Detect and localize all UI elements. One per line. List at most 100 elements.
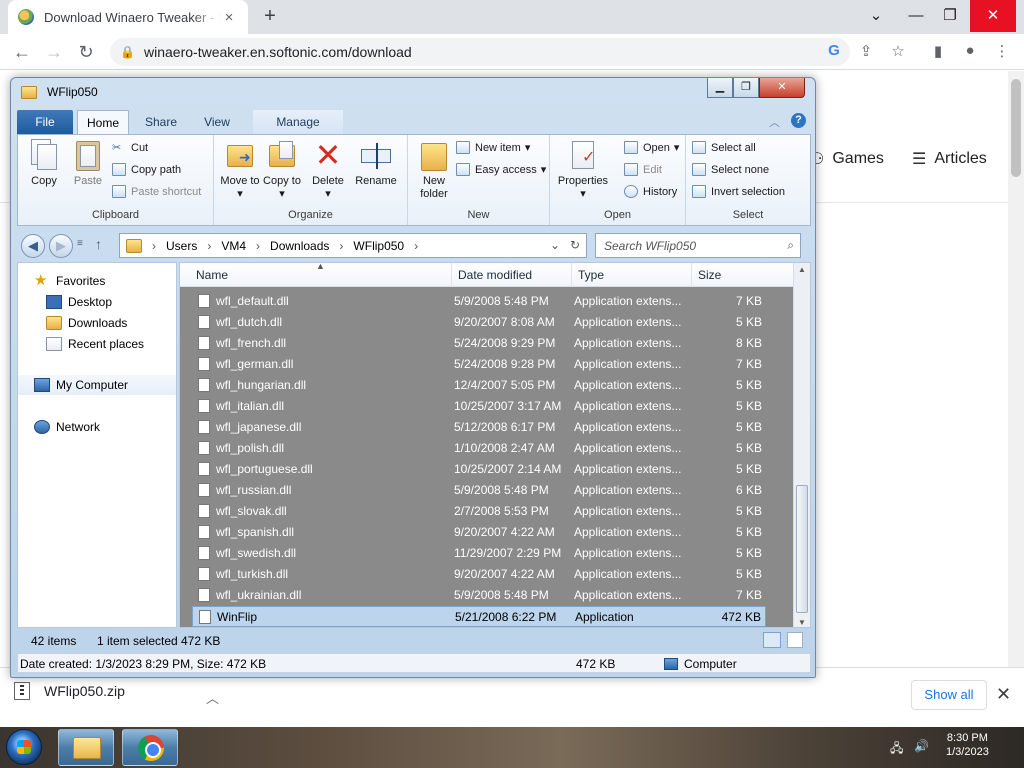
start-button[interactable] <box>6 729 42 765</box>
table-row[interactable]: wfl_italian.dll 10/25/2007 3:17 AM Applica… <box>192 396 766 417</box>
file-list-scrollbar-thumb[interactable] <box>796 485 808 613</box>
history-button[interactable]: History <box>624 185 677 198</box>
up-arrow-icon[interactable]: ↑ <box>95 236 102 252</box>
easy-access-button[interactable]: Easy access ▾ <box>456 163 546 176</box>
nav-network[interactable]: Network <box>34 417 100 437</box>
ribbon-collapse-icon[interactable]: ︿ <box>769 114 780 130</box>
download-menu-chevron-icon[interactable]: ︿ <box>206 688 219 707</box>
move-to-button[interactable]: ➜ Move to ▾ <box>218 139 262 201</box>
page-scrollbar-thumb[interactable] <box>1011 79 1021 177</box>
close-window-button[interactable]: ✕ <box>970 0 1016 32</box>
restore-button[interactable]: ❐ <box>930 0 970 32</box>
google-lens-icon[interactable]: G <box>824 42 844 59</box>
taskbar-explorer-button[interactable] <box>58 729 114 766</box>
select-none-button[interactable]: Select none <box>692 163 769 176</box>
properties-button[interactable]: ✓ Properties ▾ <box>556 139 610 201</box>
explorer-close-button[interactable]: ✕ <box>759 78 805 98</box>
table-row[interactable]: wfl_ukrainian.dll 5/9/2008 5:48 PM Applica… <box>192 585 766 606</box>
forward-arrow-icon[interactable]: → <box>42 40 66 64</box>
show-all-button[interactable]: Show all <box>911 680 987 710</box>
details-view-icon[interactable] <box>763 632 781 648</box>
table-row[interactable]: wfl_default.dll 5/9/2008 5:48 PM Applicati… <box>192 291 766 312</box>
nav-recent-places[interactable]: Recent places <box>46 334 144 354</box>
explorer-back-button[interactable]: ◀ <box>21 234 45 258</box>
crumb-vm4[interactable]: VM4 <box>221 239 246 253</box>
edit-button[interactable]: Edit <box>624 163 662 176</box>
crumb-wflip050[interactable]: WFlip050 <box>353 239 404 253</box>
column-type[interactable]: Type <box>572 263 692 287</box>
table-row[interactable]: wfl_slovak.dll 2/7/2008 5:53 PM Applicatio… <box>192 501 766 522</box>
explorer-restore-button[interactable]: ❐ <box>733 78 759 98</box>
refresh-icon[interactable]: ↻ <box>570 238 580 252</box>
tab-file[interactable]: File <box>17 110 73 134</box>
volume-tray-icon[interactable]: 🔊 <box>914 739 929 753</box>
download-item[interactable]: WFlip050.zip <box>14 682 125 700</box>
copy-button[interactable]: Copy <box>22 139 66 188</box>
profile-avatar-icon[interactable]: ● <box>960 42 980 59</box>
table-row[interactable]: wfl_portuguese.dll 10/25/2007 2:14 AM Appl… <box>192 459 766 480</box>
delete-button[interactable]: ✕ Delete ▾ <box>306 139 350 201</box>
reload-icon[interactable]: ↻ <box>74 40 98 64</box>
explorer-minimize-button[interactable]: ▁ <box>707 78 733 98</box>
explorer-address-box[interactable]: › Users › VM4 › Downloads › WFlip050 › ⌄… <box>119 233 587 258</box>
download-bar-close-icon[interactable]: ✕ <box>996 684 1011 705</box>
column-date-modified[interactable]: Date modified <box>452 263 572 287</box>
column-size[interactable]: Size <box>692 263 794 287</box>
new-tab-button[interactable]: + <box>258 5 282 29</box>
large-icons-view-icon[interactable] <box>787 632 803 648</box>
table-row[interactable]: WinFlip 5/21/2008 6:22 PM Application 472 K… <box>192 606 766 627</box>
table-row[interactable]: wfl_swedish.dll 11/29/2007 2:29 PM Applica… <box>192 543 766 564</box>
tab-view[interactable]: View <box>193 110 241 134</box>
table-row[interactable]: wfl_polish.dll 1/10/2008 2:47 AM Applicati… <box>192 438 766 459</box>
table-row[interactable]: wfl_german.dll 5/24/2008 9:28 PM Applicati… <box>192 354 766 375</box>
nav-my-computer[interactable]: My Computer <box>18 375 176 395</box>
page-scrollbar[interactable] <box>1008 71 1024 667</box>
nav-articles[interactable]: ☰ Articles <box>912 149 987 169</box>
address-dropdown-icon[interactable]: ⌄ <box>550 238 560 252</box>
new-folder-button[interactable]: New folder <box>412 139 456 201</box>
table-row[interactable]: wfl_french.dll 5/24/2008 9:29 PM Applicati… <box>192 333 766 354</box>
table-row[interactable]: wfl_russian.dll 5/9/2008 5:48 PM Applicati… <box>192 480 766 501</box>
explorer-search-input[interactable]: Search WFlip050 ⌕ <box>595 233 801 258</box>
tab-search-chevron-icon[interactable]: ⌄ <box>856 0 896 32</box>
select-all-button[interactable]: Select all <box>692 141 756 154</box>
nav-desktop[interactable]: Desktop <box>46 292 112 312</box>
file-list-scrollbar[interactable]: ▲ ▼ <box>793 263 810 627</box>
new-item-button[interactable]: New item ▾ <box>456 141 530 154</box>
table-row[interactable]: wfl_spanish.dll 9/20/2007 4:22 AM Applicat… <box>192 522 766 543</box>
explorer-forward-button[interactable]: ▶ <box>49 234 73 258</box>
copy-path-button[interactable]: Copy path <box>112 163 181 176</box>
scroll-up-icon[interactable]: ▲ <box>798 265 806 274</box>
tab-manage[interactable]: Manage <box>253 110 343 134</box>
invert-selection-button[interactable]: Invert selection <box>692 185 785 198</box>
address-bar[interactable]: 🔒 winaero-tweaker.en.softonic.com/downlo… <box>110 38 850 66</box>
bookmark-star-icon[interactable]: ☆ <box>888 42 908 60</box>
chrome-menu-icon[interactable]: ⋮ <box>992 42 1012 60</box>
scroll-down-icon[interactable]: ▼ <box>798 618 806 627</box>
nav-downloads[interactable]: Downloads <box>46 313 127 333</box>
paste-button[interactable]: Paste <box>66 139 110 188</box>
nav-games[interactable]: ⚇ Games <box>810 149 884 169</box>
table-row[interactable]: wfl_japanese.dll 5/12/2008 6:17 PM Applica… <box>192 417 766 438</box>
copy-to-button[interactable]: Copy to ▾ <box>260 139 304 201</box>
crumb-users[interactable]: Users <box>166 239 197 253</box>
taskbar-clock[interactable]: 8:30 PM 1/3/2023 <box>946 731 989 759</box>
back-arrow-icon[interactable]: ← <box>10 40 34 64</box>
browser-tab[interactable]: Download Winaero Tweaker - fre × <box>8 0 248 34</box>
help-icon[interactable]: ? <box>791 113 806 128</box>
nav-favorites[interactable]: ★ Favorites <box>34 271 105 291</box>
network-tray-icon[interactable]: 🖧 <box>890 739 903 760</box>
cut-button[interactable]: ✂ Cut <box>112 141 148 155</box>
taskbar-chrome-button[interactable] <box>122 729 178 766</box>
open-button[interactable]: Open ▾ <box>624 141 679 154</box>
share-icon[interactable]: ⇪ <box>856 42 876 60</box>
tab-home[interactable]: Home <box>77 110 129 134</box>
tab-share[interactable]: Share <box>137 110 185 134</box>
table-row[interactable]: wfl_hungarian.dll 12/4/2007 5:05 PM Applic… <box>192 375 766 396</box>
paste-shortcut-button[interactable]: Paste shortcut <box>112 185 201 198</box>
crumb-downloads[interactable]: Downloads <box>270 239 329 253</box>
side-panel-icon[interactable]: ▮ <box>928 42 948 60</box>
recent-locations-icon[interactable]: ≡ <box>77 238 83 249</box>
table-row[interactable]: wfl_dutch.dll 9/20/2007 8:08 AM Applicatio… <box>192 312 766 333</box>
tab-close-icon[interactable]: × <box>220 9 238 26</box>
